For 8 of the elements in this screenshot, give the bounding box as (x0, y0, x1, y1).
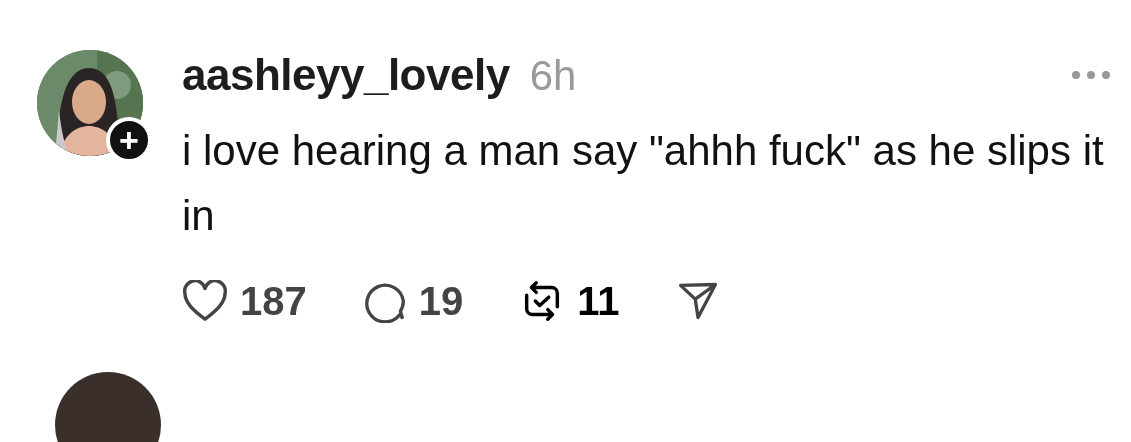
post-time: 6h (529, 52, 577, 100)
heart-icon (182, 280, 228, 322)
post-text: i love hearing a man say "ahhh fuck" as he slips it in (182, 126, 1105, 241)
more-options-icon[interactable] (1071, 70, 1111, 80)
repost-button[interactable]: 11 (519, 278, 620, 324)
like-button[interactable]: 187 (182, 278, 307, 324)
username[interactable]: aashleyy_lovely (182, 50, 510, 100)
reply-button[interactable]: 19 (362, 278, 464, 324)
